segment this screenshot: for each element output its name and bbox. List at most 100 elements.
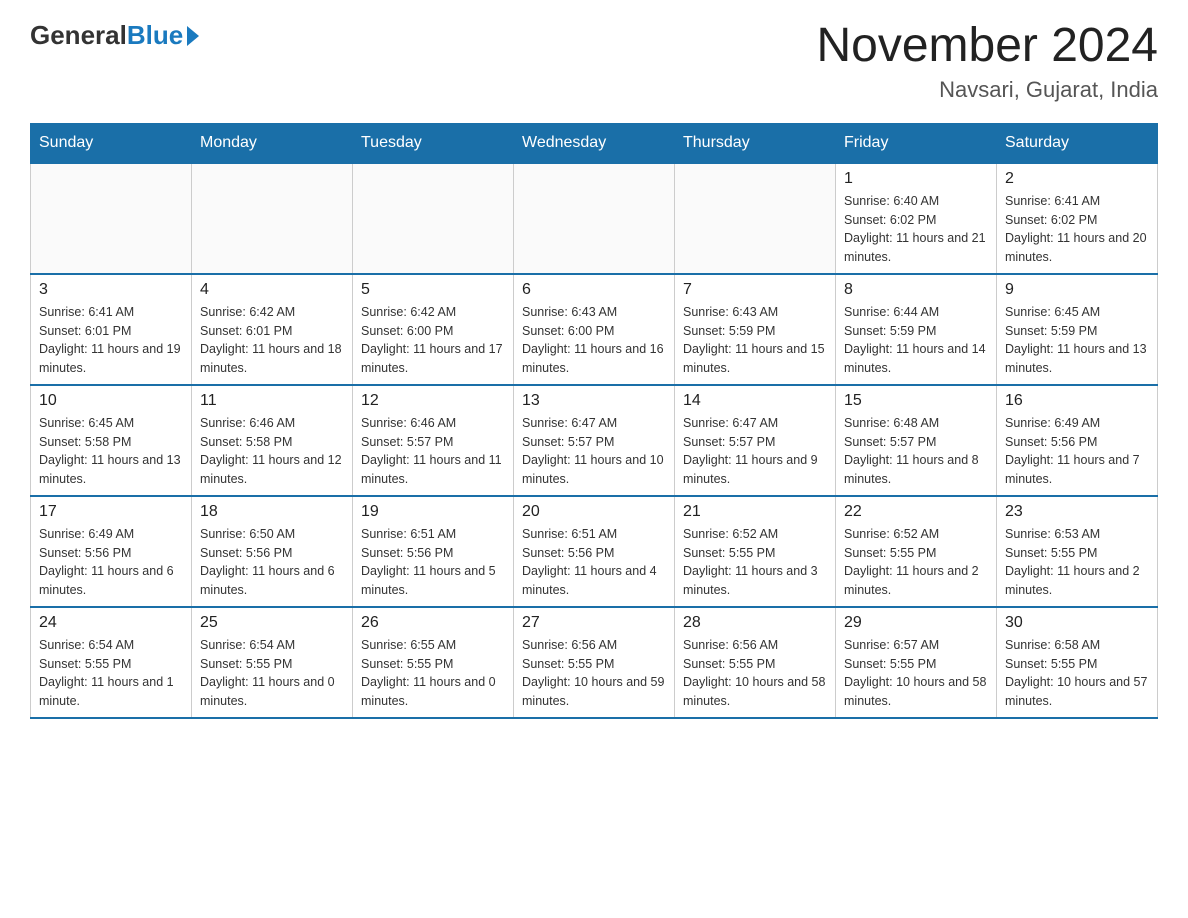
- calendar-cell: 30 Sunrise: 6:58 AMSunset: 5:55 PMDayligh…: [997, 607, 1158, 718]
- day-number: 5: [361, 281, 505, 299]
- title-block: November 2024 Navsari, Gujarat, India: [816, 20, 1158, 103]
- day-number: 1: [844, 170, 988, 188]
- day-info: Sunrise: 6:42 AMSunset: 6:00 PMDaylight:…: [361, 303, 505, 378]
- calendar-cell: 9 Sunrise: 6:45 AMSunset: 5:59 PMDaylight…: [997, 274, 1158, 385]
- day-number: 25: [200, 614, 344, 632]
- day-number: 13: [522, 392, 666, 410]
- calendar-cell: [192, 163, 353, 274]
- calendar-cell: 8 Sunrise: 6:44 AMSunset: 5:59 PMDaylight…: [836, 274, 997, 385]
- calendar-week-row: 10 Sunrise: 6:45 AMSunset: 5:58 PMDayligh…: [31, 385, 1158, 496]
- day-number: 18: [200, 503, 344, 521]
- day-number: 14: [683, 392, 827, 410]
- logo-arrow-icon: [187, 26, 199, 46]
- calendar-week-row: 24 Sunrise: 6:54 AMSunset: 5:55 PMDayligh…: [31, 607, 1158, 718]
- day-number: 16: [1005, 392, 1149, 410]
- location-subtitle: Navsari, Gujarat, India: [816, 77, 1158, 103]
- day-info: Sunrise: 6:40 AMSunset: 6:02 PMDaylight:…: [844, 192, 988, 267]
- weekday-header-tuesday: Tuesday: [353, 123, 514, 163]
- calendar-cell: 13 Sunrise: 6:47 AMSunset: 5:57 PMDayligh…: [514, 385, 675, 496]
- calendar-cell: 6 Sunrise: 6:43 AMSunset: 6:00 PMDaylight…: [514, 274, 675, 385]
- day-number: 10: [39, 392, 183, 410]
- day-info: Sunrise: 6:53 AMSunset: 5:55 PMDaylight:…: [1005, 525, 1149, 600]
- day-number: 27: [522, 614, 666, 632]
- day-info: Sunrise: 6:57 AMSunset: 5:55 PMDaylight:…: [844, 636, 988, 711]
- page-header: General Blue November 2024 Navsari, Guja…: [30, 20, 1158, 103]
- calendar-cell: 20Sunrise: 6:51 AMSunset: 5:56 PMDayligh…: [514, 496, 675, 607]
- day-number: 17: [39, 503, 183, 521]
- day-number: 11: [200, 392, 344, 410]
- day-info: Sunrise: 6:54 AMSunset: 5:55 PMDaylight:…: [200, 636, 344, 711]
- day-info: Sunrise: 6:49 AMSunset: 5:56 PMDaylight:…: [1005, 414, 1149, 489]
- calendar-cell: 29Sunrise: 6:57 AMSunset: 5:55 PMDayligh…: [836, 607, 997, 718]
- calendar-cell: 25 Sunrise: 6:54 AMSunset: 5:55 PMDayligh…: [192, 607, 353, 718]
- day-info: Sunrise: 6:41 AMSunset: 6:01 PMDaylight:…: [39, 303, 183, 378]
- calendar-cell: [353, 163, 514, 274]
- day-info: Sunrise: 6:45 AMSunset: 5:58 PMDaylight:…: [39, 414, 183, 489]
- day-info: Sunrise: 6:46 AMSunset: 5:58 PMDaylight:…: [200, 414, 344, 489]
- calendar-cell: 24 Sunrise: 6:54 AMSunset: 5:55 PMDayligh…: [31, 607, 192, 718]
- day-info: Sunrise: 6:54 AMSunset: 5:55 PMDaylight:…: [39, 636, 183, 711]
- calendar-cell: 1 Sunrise: 6:40 AMSunset: 6:02 PMDaylight…: [836, 163, 997, 274]
- calendar-cell: 21 Sunrise: 6:52 AMSunset: 5:55 PMDayligh…: [675, 496, 836, 607]
- day-info: Sunrise: 6:49 AMSunset: 5:56 PMDaylight:…: [39, 525, 183, 600]
- weekday-header-thursday: Thursday: [675, 123, 836, 163]
- day-info: Sunrise: 6:43 AMSunset: 6:00 PMDaylight:…: [522, 303, 666, 378]
- day-number: 22: [844, 503, 988, 521]
- day-number: 2: [1005, 170, 1149, 188]
- day-info: Sunrise: 6:50 AMSunset: 5:56 PMDaylight:…: [200, 525, 344, 600]
- calendar-cell: 18 Sunrise: 6:50 AMSunset: 5:56 PMDayligh…: [192, 496, 353, 607]
- calendar-week-row: 17 Sunrise: 6:49 AMSunset: 5:56 PMDayligh…: [31, 496, 1158, 607]
- day-number: 23: [1005, 503, 1149, 521]
- calendar-cell: [675, 163, 836, 274]
- day-info: Sunrise: 6:41 AMSunset: 6:02 PMDaylight:…: [1005, 192, 1149, 267]
- day-number: 28: [683, 614, 827, 632]
- day-info: Sunrise: 6:52 AMSunset: 5:55 PMDaylight:…: [683, 525, 827, 600]
- day-number: 9: [1005, 281, 1149, 299]
- calendar-cell: 26Sunrise: 6:55 AMSunset: 5:55 PMDayligh…: [353, 607, 514, 718]
- weekday-header-sunday: Sunday: [31, 123, 192, 163]
- logo-general-text: General: [30, 20, 127, 51]
- weekday-header-friday: Friday: [836, 123, 997, 163]
- calendar-cell: 12Sunrise: 6:46 AMSunset: 5:57 PMDayligh…: [353, 385, 514, 496]
- day-number: 8: [844, 281, 988, 299]
- calendar-cell: 28 Sunrise: 6:56 AMSunset: 5:55 PMDayligh…: [675, 607, 836, 718]
- day-info: Sunrise: 6:52 AMSunset: 5:55 PMDaylight:…: [844, 525, 988, 600]
- day-number: 15: [844, 392, 988, 410]
- day-info: Sunrise: 6:44 AMSunset: 5:59 PMDaylight:…: [844, 303, 988, 378]
- day-number: 12: [361, 392, 505, 410]
- calendar-cell: 5 Sunrise: 6:42 AMSunset: 6:00 PMDaylight…: [353, 274, 514, 385]
- day-info: Sunrise: 6:47 AMSunset: 5:57 PMDaylight:…: [522, 414, 666, 489]
- weekday-header-saturday: Saturday: [997, 123, 1158, 163]
- calendar-cell: 16 Sunrise: 6:49 AMSunset: 5:56 PMDayligh…: [997, 385, 1158, 496]
- day-info: Sunrise: 6:43 AMSunset: 5:59 PMDaylight:…: [683, 303, 827, 378]
- day-number: 4: [200, 281, 344, 299]
- day-info: Sunrise: 6:51 AMSunset: 5:56 PMDaylight:…: [522, 525, 666, 600]
- day-info: Sunrise: 6:45 AMSunset: 5:59 PMDaylight:…: [1005, 303, 1149, 378]
- calendar-cell: 19Sunrise: 6:51 AMSunset: 5:56 PMDayligh…: [353, 496, 514, 607]
- calendar-week-row: 3 Sunrise: 6:41 AMSunset: 6:01 PMDaylight…: [31, 274, 1158, 385]
- calendar-cell: 11 Sunrise: 6:46 AMSunset: 5:58 PMDayligh…: [192, 385, 353, 496]
- day-info: Sunrise: 6:51 AMSunset: 5:56 PMDaylight:…: [361, 525, 505, 600]
- calendar-cell: 22 Sunrise: 6:52 AMSunset: 5:55 PMDayligh…: [836, 496, 997, 607]
- calendar-cell: 10 Sunrise: 6:45 AMSunset: 5:58 PMDayligh…: [31, 385, 192, 496]
- calendar-cell: 3 Sunrise: 6:41 AMSunset: 6:01 PMDaylight…: [31, 274, 192, 385]
- day-info: Sunrise: 6:55 AMSunset: 5:55 PMDaylight:…: [361, 636, 505, 711]
- calendar-cell: 4Sunrise: 6:42 AMSunset: 6:01 PMDaylight…: [192, 274, 353, 385]
- weekday-header-wednesday: Wednesday: [514, 123, 675, 163]
- day-info: Sunrise: 6:56 AMSunset: 5:55 PMDaylight:…: [683, 636, 827, 711]
- day-number: 3: [39, 281, 183, 299]
- day-info: Sunrise: 6:58 AMSunset: 5:55 PMDaylight:…: [1005, 636, 1149, 711]
- calendar-cell: 27Sunrise: 6:56 AMSunset: 5:55 PMDayligh…: [514, 607, 675, 718]
- calendar-week-row: 1 Sunrise: 6:40 AMSunset: 6:02 PMDaylight…: [31, 163, 1158, 274]
- day-info: Sunrise: 6:47 AMSunset: 5:57 PMDaylight:…: [683, 414, 827, 489]
- logo: General Blue: [30, 20, 199, 51]
- day-number: 30: [1005, 614, 1149, 632]
- day-number: 21: [683, 503, 827, 521]
- day-number: 24: [39, 614, 183, 632]
- calendar-table: SundayMondayTuesdayWednesdayThursdayFrid…: [30, 123, 1158, 719]
- calendar-header-row: SundayMondayTuesdayWednesdayThursdayFrid…: [31, 123, 1158, 163]
- month-title: November 2024: [816, 20, 1158, 73]
- day-number: 6: [522, 281, 666, 299]
- calendar-cell: 23 Sunrise: 6:53 AMSunset: 5:55 PMDayligh…: [997, 496, 1158, 607]
- weekday-header-monday: Monday: [192, 123, 353, 163]
